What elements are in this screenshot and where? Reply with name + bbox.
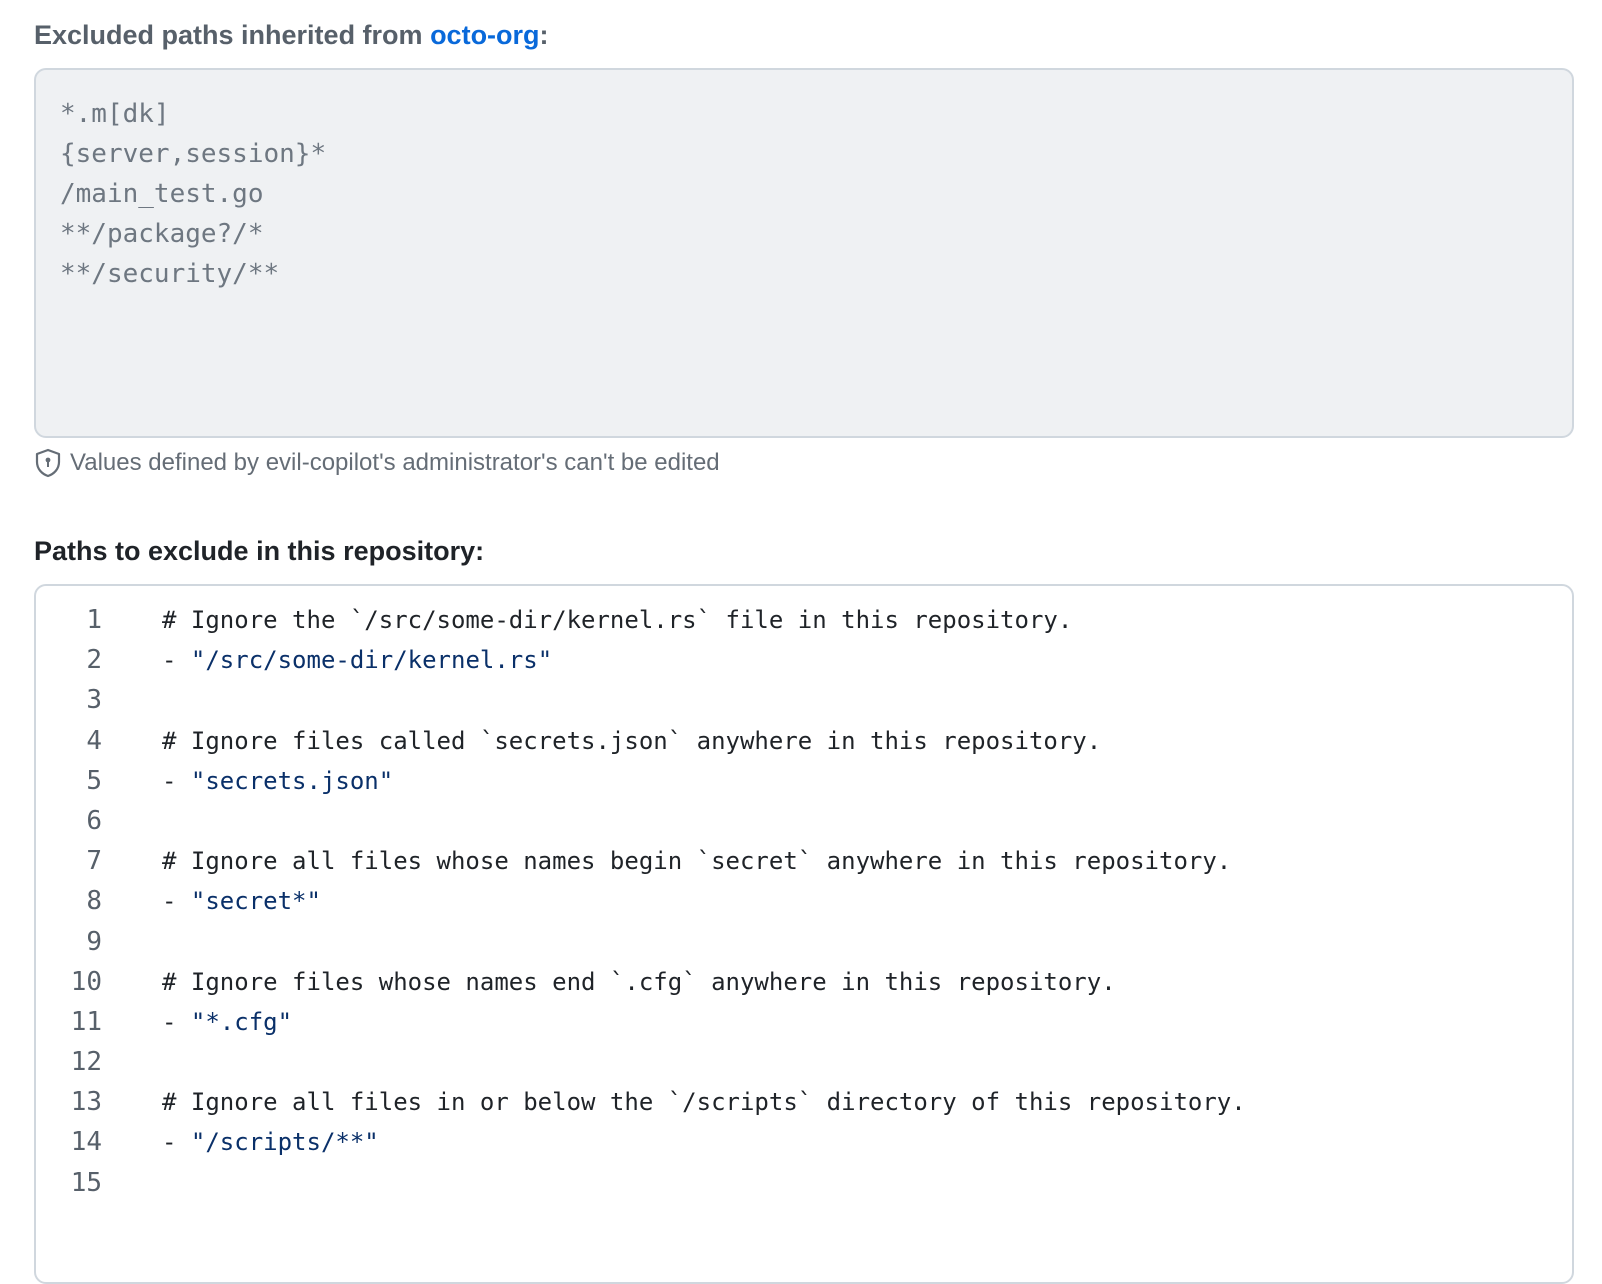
editor-line[interactable]: 11 - "*.cfg" [36, 1002, 1572, 1042]
editor-line[interactable]: 15 [36, 1163, 1572, 1203]
editor-line[interactable]: 13 # Ignore all files in or below the `/s… [36, 1082, 1572, 1122]
line-code: - "/scripts/**" [162, 1122, 379, 1162]
line-code: # Ignore the `/src/some-dir/kernel.rs` f… [162, 600, 1072, 640]
line-number: 1 [86, 605, 102, 635]
line-code: # Ignore all files whose names begin `se… [162, 841, 1231, 881]
code-string: "secret*" [190, 887, 321, 916]
line-number: 10 [70, 966, 102, 997]
line-code: # Ignore files whose names end `.cfg` an… [162, 962, 1116, 1002]
code-text: # Ignore files called `secrets.json` any… [162, 726, 1102, 755]
line-number: 4 [86, 725, 102, 756]
readonly-note-text: Values defined by evil-copilot's adminis… [70, 449, 720, 476]
line-number: 9 [86, 926, 102, 957]
code-string: "*.cfg" [190, 1007, 293, 1036]
code-string: "/scripts/**" [190, 1128, 379, 1157]
line-code: - "*.cfg" [162, 1002, 292, 1042]
repository-heading: Paths to exclude in this repository: [34, 536, 485, 566]
editor-line[interactable]: 12 [36, 1042, 1572, 1082]
line-code: # Ignore all files in or below the `/scr… [162, 1082, 1246, 1122]
editor-line[interactable]: 5 - "secrets.json" [36, 761, 1572, 801]
line-number: 14 [70, 1127, 102, 1158]
line-code: - "/src/some-dir/kernel.rs" [162, 640, 552, 680]
inherited-path: **/security/** [60, 259, 280, 289]
code-text: - [162, 887, 191, 916]
code-string: "secrets.json" [190, 766, 394, 795]
code-text: - [162, 1128, 191, 1157]
line-number: 3 [86, 685, 102, 716]
code-text: - [162, 646, 191, 675]
editor-line[interactable]: 2 - "/src/some-dir/kernel.rs" [36, 640, 1572, 680]
code-text: - [162, 1007, 191, 1036]
line-code: - "secrets.json" [162, 761, 393, 801]
code-text: # Ignore the `/src/some-dir/kernel.rs` f… [162, 606, 1073, 634]
line-number: 12 [70, 1047, 102, 1078]
line-number: 5 [86, 765, 102, 796]
inherited-paths-box: *.m[dk] {server,session}* /main_test.go … [34, 68, 1574, 438]
code-text: - [162, 766, 191, 795]
line-number: 11 [70, 1006, 102, 1037]
editor-line[interactable]: 10 # Ignore files whose names end `.cfg` … [36, 962, 1572, 1002]
code-string: "/src/some-dir/kernel.rs" [190, 646, 553, 675]
line-number: 8 [86, 886, 102, 917]
org-link[interactable]: octo-org [430, 20, 539, 50]
editor-line[interactable]: 1 # Ignore the `/src/some-dir/kernel.rs` … [36, 600, 1572, 640]
heading-colon: : [539, 20, 549, 50]
editor-line[interactable]: 14 - "/scripts/**" [36, 1122, 1572, 1162]
exclusions-editor[interactable]: 1 # Ignore the `/src/some-dir/kernel.rs` … [34, 584, 1574, 1284]
editor-line[interactable]: 8 - "secret*" [36, 881, 1572, 921]
inherited-heading: Excluded paths inherited from octo-org: [34, 20, 549, 51]
line-number: 13 [70, 1087, 102, 1118]
inherited-path: {server,session}* [60, 139, 327, 169]
code-text: # Ignore files whose names end `.cfg` an… [162, 967, 1116, 996]
editor-line[interactable]: 6 [36, 801, 1572, 841]
line-code: # Ignore files called `secrets.json` any… [162, 721, 1101, 761]
code-text: # Ignore all files in or below the `/scr… [162, 1088, 1246, 1117]
inherited-path: /main_test.go [60, 179, 264, 209]
line-number: 7 [86, 846, 102, 877]
readonly-note: Values defined by evil-copilot's adminis… [34, 448, 720, 478]
code-text: # Ignore all files whose names begin `se… [162, 847, 1232, 876]
line-number: 6 [86, 805, 102, 836]
editor-line[interactable]: 9 [36, 922, 1572, 962]
inherited-heading-text: Excluded paths inherited from [34, 20, 431, 50]
inherited-path: **/package?/* [60, 219, 264, 249]
line-code: - "secret*" [162, 881, 321, 921]
inherited-path: *.m[dk] [60, 99, 170, 129]
editor-line[interactable]: 7 # Ignore all files whose names begin `s… [36, 841, 1572, 881]
editor-line[interactable]: 3 [36, 680, 1572, 720]
editor-line[interactable]: 4 # Ignore files called `secrets.json` an… [36, 721, 1572, 761]
line-number: 2 [86, 645, 102, 676]
shield-icon [35, 448, 61, 478]
line-number: 15 [70, 1167, 102, 1198]
